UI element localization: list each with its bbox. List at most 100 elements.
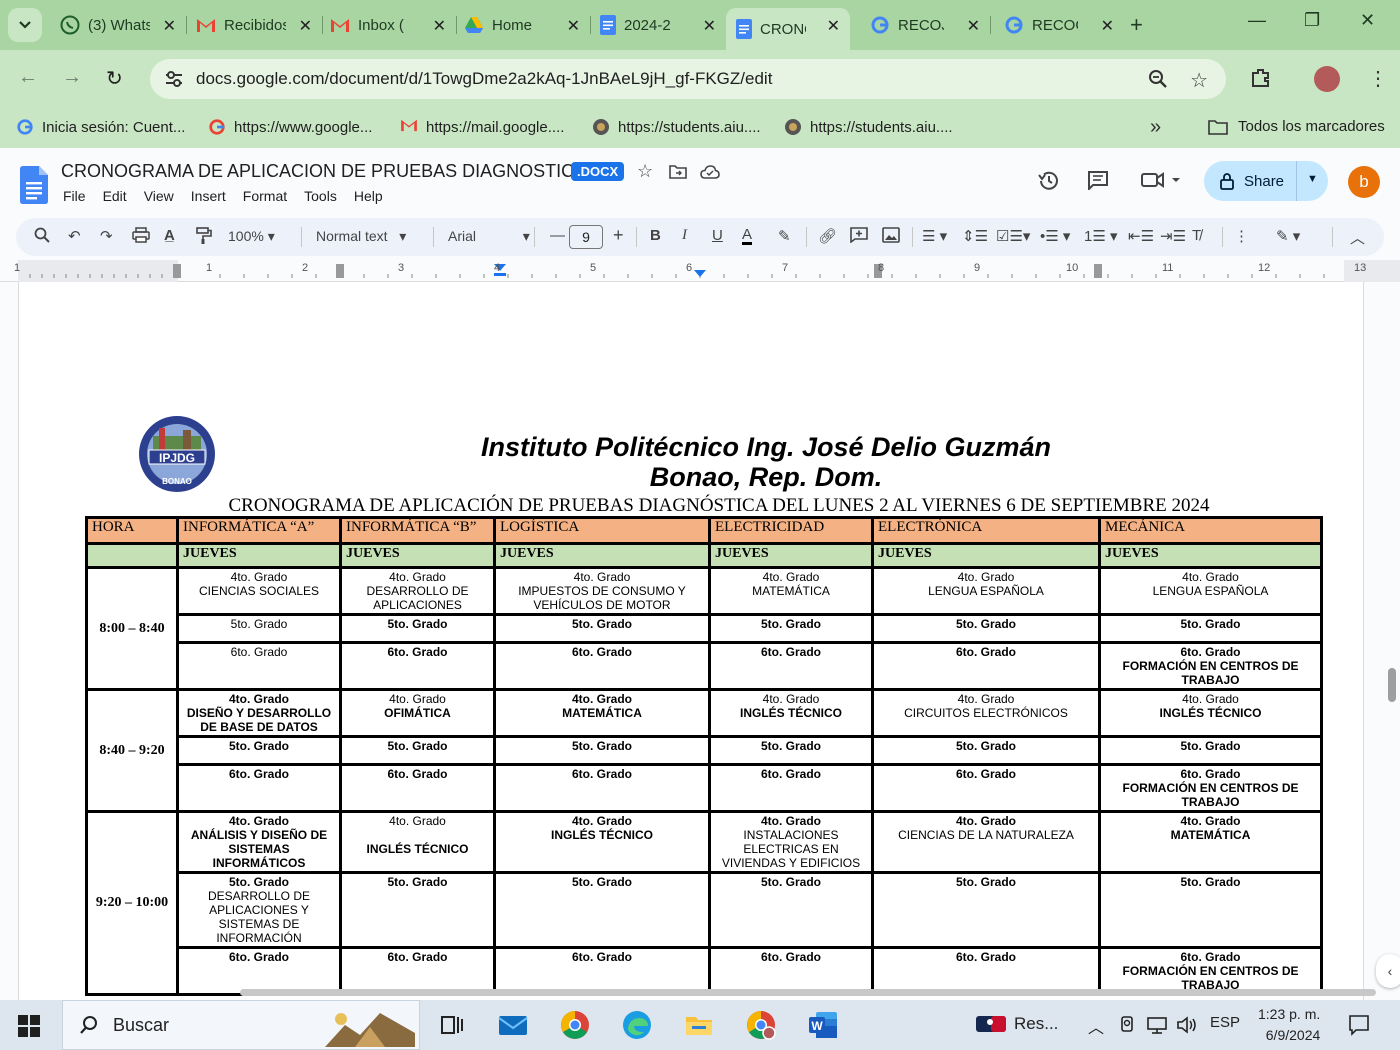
schedule-cell[interactable]: 4to. Grado ANÁLISIS Y DISEÑO DE SISTEMAS …: [176, 810, 342, 874]
tab-docs-2024[interactable]: 2024-2 ✕: [590, 8, 726, 42]
schedule-cell[interactable]: 4to. Grado INGLÉS TÉCNICO: [493, 810, 711, 874]
increase-indent-icon[interactable]: ⇥☰: [1160, 227, 1186, 245]
schedule-cell[interactable]: 5to. Grado: [339, 735, 496, 766]
search-menus-icon[interactable]: [34, 227, 50, 243]
chrome-active-window-icon[interactable]: [732, 1000, 790, 1050]
editing-mode-icon[interactable]: ✎ ▾: [1276, 227, 1300, 245]
schedule-cell[interactable]: 4to. Grado DISEÑO Y DESARROLLO DE BASE DE…: [176, 688, 342, 738]
schedule-cell[interactable]: 5to. Grado: [708, 871, 874, 949]
ruler[interactable]: 1 1 2 3 4 5 6 7 8 9 10 11 12 13: [0, 260, 1400, 282]
close-icon[interactable]: ✕: [827, 16, 840, 36]
schedule-cell[interactable]: 4to. Grado LENGUA ESPAÑOLA: [871, 566, 1101, 616]
menu-format[interactable]: Format: [243, 188, 287, 204]
language-indicator[interactable]: ESP: [1210, 1014, 1240, 1031]
schedule-cell[interactable]: 4to. Grado OFIMÁTICA: [339, 688, 496, 738]
share-button[interactable]: Share ▼: [1204, 161, 1328, 201]
print-icon[interactable]: [132, 227, 150, 243]
restore-icon[interactable]: ❐: [1304, 10, 1320, 31]
tab-recogida[interactable]: RECOGIDA ✕: [994, 8, 1124, 42]
schedule-cell[interactable]: 6to. Grado: [708, 946, 874, 996]
font-select[interactable]: Arial ▾: [448, 228, 530, 245]
document-page[interactable]: IPJDG BONAO Instituto Politécnico Ing. J…: [18, 282, 1364, 1000]
schedule-cell[interactable]: 6to. Grado: [493, 946, 711, 996]
minimize-icon[interactable]: —: [1248, 10, 1266, 31]
menu-edit[interactable]: Edit: [103, 188, 127, 204]
bookmark-item[interactable]: https://students.aiu....: [784, 118, 953, 136]
window-close-icon[interactable]: ✕: [1360, 10, 1375, 31]
zoom-icon[interactable]: [1148, 69, 1168, 89]
schedule-cell[interactable]: 6to. Grado FORMACIÓN EN CENTROS DE TRABAJ…: [1098, 763, 1323, 813]
close-icon[interactable]: ✕: [299, 16, 312, 36]
schedule-cell[interactable]: 6to. Grado: [339, 763, 496, 813]
taskbar-clock[interactable]: 1:23 p. m. 6/9/2024: [1258, 1004, 1320, 1046]
highlight-icon[interactable]: ✎: [778, 227, 791, 245]
camera-tray-icon[interactable]: [1118, 1015, 1136, 1035]
bookmark-item[interactable]: https://mail.google....: [400, 118, 564, 136]
schedule-cell[interactable]: 5to. Grado: [493, 613, 711, 644]
docs-logo-icon[interactable]: [20, 166, 48, 204]
schedule-cell[interactable]: 5to. Grado: [339, 871, 496, 949]
tab-recojida[interactable]: RECOJIDA ✕: [860, 8, 991, 42]
schedule-cell[interactable]: 6to. Grado: [339, 641, 496, 691]
bookmark-star-icon[interactable]: ☆: [1190, 68, 1208, 93]
chrome-app-icon[interactable]: [560, 1010, 590, 1040]
schedule-cell[interactable]: 6to. Grado: [871, 641, 1101, 691]
menu-file[interactable]: File: [63, 188, 86, 204]
new-tab-button[interactable]: +: [1130, 12, 1143, 38]
bold-icon[interactable]: B: [650, 227, 661, 244]
schedule-cell[interactable]: 6to. Grado FORMACIÓN EN CENTROS DE TRABAJ…: [1098, 641, 1323, 691]
file-explorer-icon[interactable]: [684, 1010, 714, 1040]
close-icon[interactable]: ✕: [703, 16, 716, 36]
schedule-cell[interactable]: 4to. Grado INSTALACIONES ELECTRICAS EN VI…: [708, 810, 874, 874]
schedule-cell[interactable]: 6to. Grado: [176, 946, 342, 996]
edge-app-icon[interactable]: [622, 1010, 652, 1040]
reload-icon[interactable]: ↻: [106, 66, 123, 91]
bookmark-item[interactable]: https://www.google...: [208, 118, 372, 136]
close-icon[interactable]: ✕: [433, 16, 446, 36]
more-bookmarks-icon[interactable]: »: [1150, 116, 1161, 139]
schedule-cell[interactable]: 4to. Grado MATEMÁTICA: [493, 688, 711, 738]
vertical-scrollbar-thumb[interactable]: [1388, 668, 1396, 702]
tab-docs-cronograma[interactable]: CRONOGRAMA ✕: [726, 8, 850, 50]
forward-icon[interactable]: →: [62, 66, 82, 89]
star-icon[interactable]: ☆: [637, 161, 653, 182]
schedule-cell[interactable]: 5to. Grado: [708, 613, 874, 644]
menu-view[interactable]: View: [144, 188, 174, 204]
schedule-cell[interactable]: 6to. Grado: [871, 763, 1101, 813]
move-folder-icon[interactable]: [669, 165, 687, 179]
document-canvas[interactable]: IPJDG BONAO Instituto Politécnico Ing. J…: [0, 282, 1400, 1000]
numbered-list-icon[interactable]: 1☰ ▾: [1084, 227, 1118, 245]
tab-gmail-inbox[interactable]: Inbox ( ✕: [320, 8, 457, 42]
text-color-icon[interactable]: A: [742, 227, 753, 245]
menu-insert[interactable]: Insert: [191, 188, 226, 204]
paragraph-style-select[interactable]: Normal text ▾: [316, 228, 406, 245]
back-icon[interactable]: ←: [18, 66, 38, 89]
caret-down-icon[interactable]: ▼: [1307, 173, 1318, 185]
meet-video-icon[interactable]: [1140, 170, 1182, 190]
link-icon[interactable]: 🔗︎: [818, 227, 837, 245]
task-view-icon[interactable]: [436, 1010, 466, 1040]
redo-icon[interactable]: ↷: [100, 227, 113, 245]
schedule-cell[interactable]: 4to. Grado LENGUA ESPAÑOLA: [1098, 566, 1323, 616]
increase-font-size-icon[interactable]: +: [613, 225, 624, 246]
checklist-icon[interactable]: ☑☰▾: [996, 227, 1030, 245]
schedule-cell[interactable]: 4to. Grado CIENCIAS DE LA NATURALEZA: [871, 810, 1101, 874]
weather-widget[interactable]: Res...: [976, 1014, 1058, 1034]
schedule-cell[interactable]: 5to. Grado: [176, 735, 342, 766]
bookmark-item[interactable]: Inicia sesión: Cuent...: [16, 118, 185, 136]
schedule-table[interactable]: HORA INFORMÁTICA “A” INFORMÁTICA “B” LOG…: [85, 516, 1323, 996]
more-icon[interactable]: ⋮: [1234, 227, 1249, 245]
collapse-menus-icon[interactable]: ︿: [1350, 227, 1365, 248]
schedule-cell[interactable]: 5to. Grado: [176, 613, 342, 644]
profile-avatar[interactable]: [1314, 66, 1340, 92]
close-icon[interactable]: ✕: [567, 16, 580, 36]
clear-formatting-icon[interactable]: T̸: [1192, 227, 1201, 244]
schedule-cell[interactable]: 5to. Grado: [871, 871, 1101, 949]
site-info-icon[interactable]: [164, 70, 184, 88]
mail-app-icon[interactable]: [498, 1010, 528, 1040]
insert-image-icon[interactable]: [882, 227, 900, 243]
taskbar-search[interactable]: Buscar: [62, 1000, 420, 1050]
schedule-cell[interactable]: 6to. Grado: [493, 641, 711, 691]
bookmark-item[interactable]: https://students.aiu....: [592, 118, 761, 136]
all-bookmarks-button[interactable]: Todos los marcadores: [1208, 118, 1385, 135]
